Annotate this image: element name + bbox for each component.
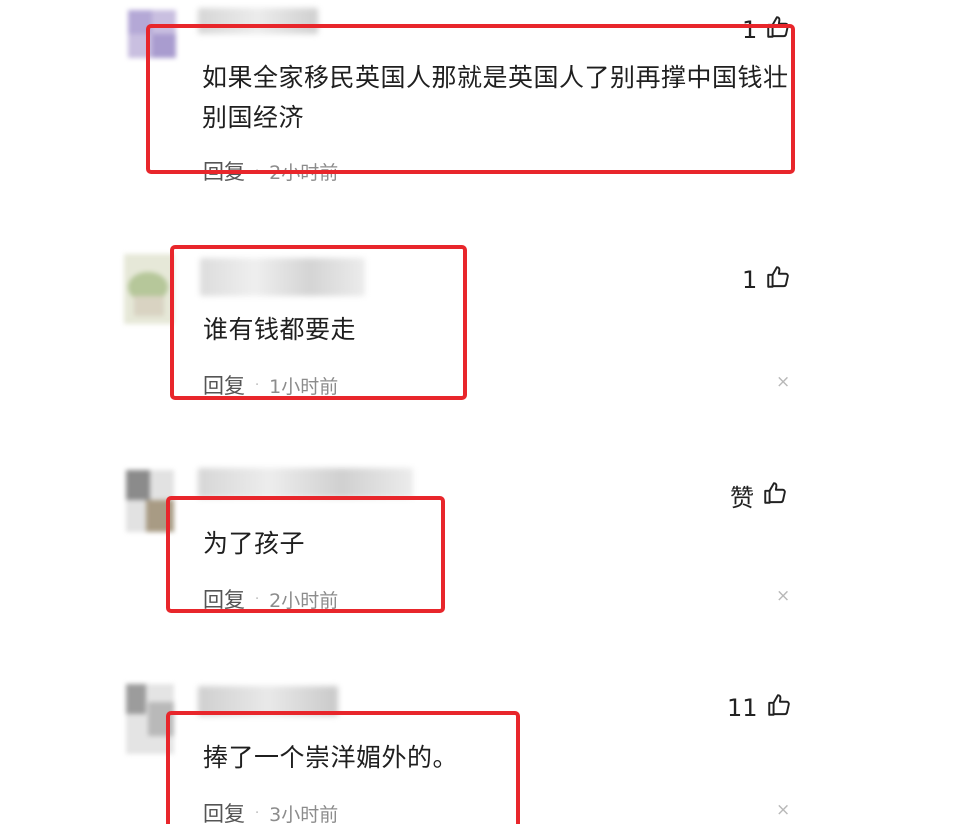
thumbs-up-icon [766, 692, 792, 724]
like-count: 11 [727, 694, 758, 722]
like-button[interactable]: 11 [727, 692, 792, 724]
comment-list: 1 如果全家移民英国人那就是英国人了别再撑中国钱壮 别国经济 回复 · 2小时前… [0, 0, 956, 824]
highlight-box [166, 711, 520, 824]
close-icon[interactable]: × [776, 800, 790, 820]
comment-item: 11 捧了一个崇洋媚外的。 回复 · 3小时前 × [0, 0, 956, 824]
